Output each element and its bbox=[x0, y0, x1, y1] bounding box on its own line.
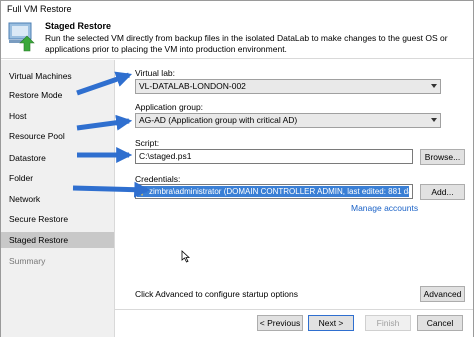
credentials-label: Credentials: bbox=[135, 174, 181, 184]
application-group-value: AG-AD (Application group with critical A… bbox=[139, 115, 298, 125]
footer-divider bbox=[115, 309, 473, 310]
manage-accounts-link[interactable]: Manage accounts bbox=[351, 203, 418, 213]
restore-vm-icon bbox=[8, 22, 35, 52]
finish-button: Finish bbox=[365, 315, 411, 331]
step-virtual-machines[interactable]: Virtual Machines bbox=[1, 68, 114, 84]
credentials-value: zimbra\administrator (DOMAIN CONTROLLER … bbox=[137, 186, 409, 197]
staged-restore-panel: Virtual lab: VL-DATALAB-LONDON-002 Appli… bbox=[115, 60, 473, 337]
application-group-label: Application group: bbox=[135, 102, 204, 112]
script-input[interactable]: C:\staged.ps1 bbox=[135, 149, 413, 164]
step-datastore[interactable]: Datastore bbox=[1, 150, 114, 166]
browse-button[interactable]: Browse... bbox=[420, 149, 465, 165]
step-summary: Summary bbox=[9, 256, 46, 266]
key-icon bbox=[139, 187, 145, 196]
advanced-button[interactable]: Advanced bbox=[420, 286, 465, 302]
step-folder[interactable]: Folder bbox=[1, 170, 114, 186]
chevron-down-icon bbox=[431, 84, 437, 88]
header-description: Run the selected VM directly from backup… bbox=[45, 33, 448, 54]
step-restore-mode[interactable]: Restore Mode bbox=[1, 87, 114, 103]
wizard-header: Staged Restore Run the selected VM direc… bbox=[1, 19, 473, 59]
step-staged-restore[interactable]: Staged Restore bbox=[1, 232, 114, 248]
credentials-select[interactable]: zimbra\administrator (DOMAIN CONTROLLER … bbox=[135, 184, 413, 199]
previous-button[interactable]: < Previous bbox=[257, 315, 303, 331]
step-host[interactable]: Host bbox=[1, 108, 114, 124]
virtual-lab-label: Virtual lab: bbox=[135, 68, 176, 78]
window-title: Full VM Restore bbox=[7, 4, 72, 14]
script-label: Script: bbox=[135, 138, 160, 148]
step-resource-pool[interactable]: Resource Pool bbox=[1, 128, 114, 144]
header-title: Staged Restore bbox=[45, 21, 112, 31]
advanced-hint-text: Click Advanced to configure startup opti… bbox=[135, 289, 299, 299]
wizard-steps-sidebar: Virtual Machines Restore Mode Host Resou… bbox=[1, 60, 115, 337]
virtual-lab-value: VL-DATALAB-LONDON-002 bbox=[139, 81, 246, 91]
step-secure-restore[interactable]: Secure Restore bbox=[1, 211, 114, 227]
cancel-button[interactable]: Cancel bbox=[417, 315, 463, 331]
add-credentials-button[interactable]: Add... bbox=[420, 184, 465, 200]
mouse-cursor-icon bbox=[181, 250, 190, 263]
virtual-lab-select[interactable]: VL-DATALAB-LONDON-002 bbox=[135, 79, 441, 94]
step-network[interactable]: Network bbox=[1, 191, 114, 207]
full-vm-restore-window: Full VM Restore Staged Restore Run the s… bbox=[0, 0, 474, 337]
next-button[interactable]: Next > bbox=[308, 315, 354, 331]
chevron-down-icon bbox=[431, 118, 437, 122]
title-bar: Full VM Restore bbox=[1, 1, 473, 19]
application-group-select[interactable]: AG-AD (Application group with critical A… bbox=[135, 113, 441, 128]
